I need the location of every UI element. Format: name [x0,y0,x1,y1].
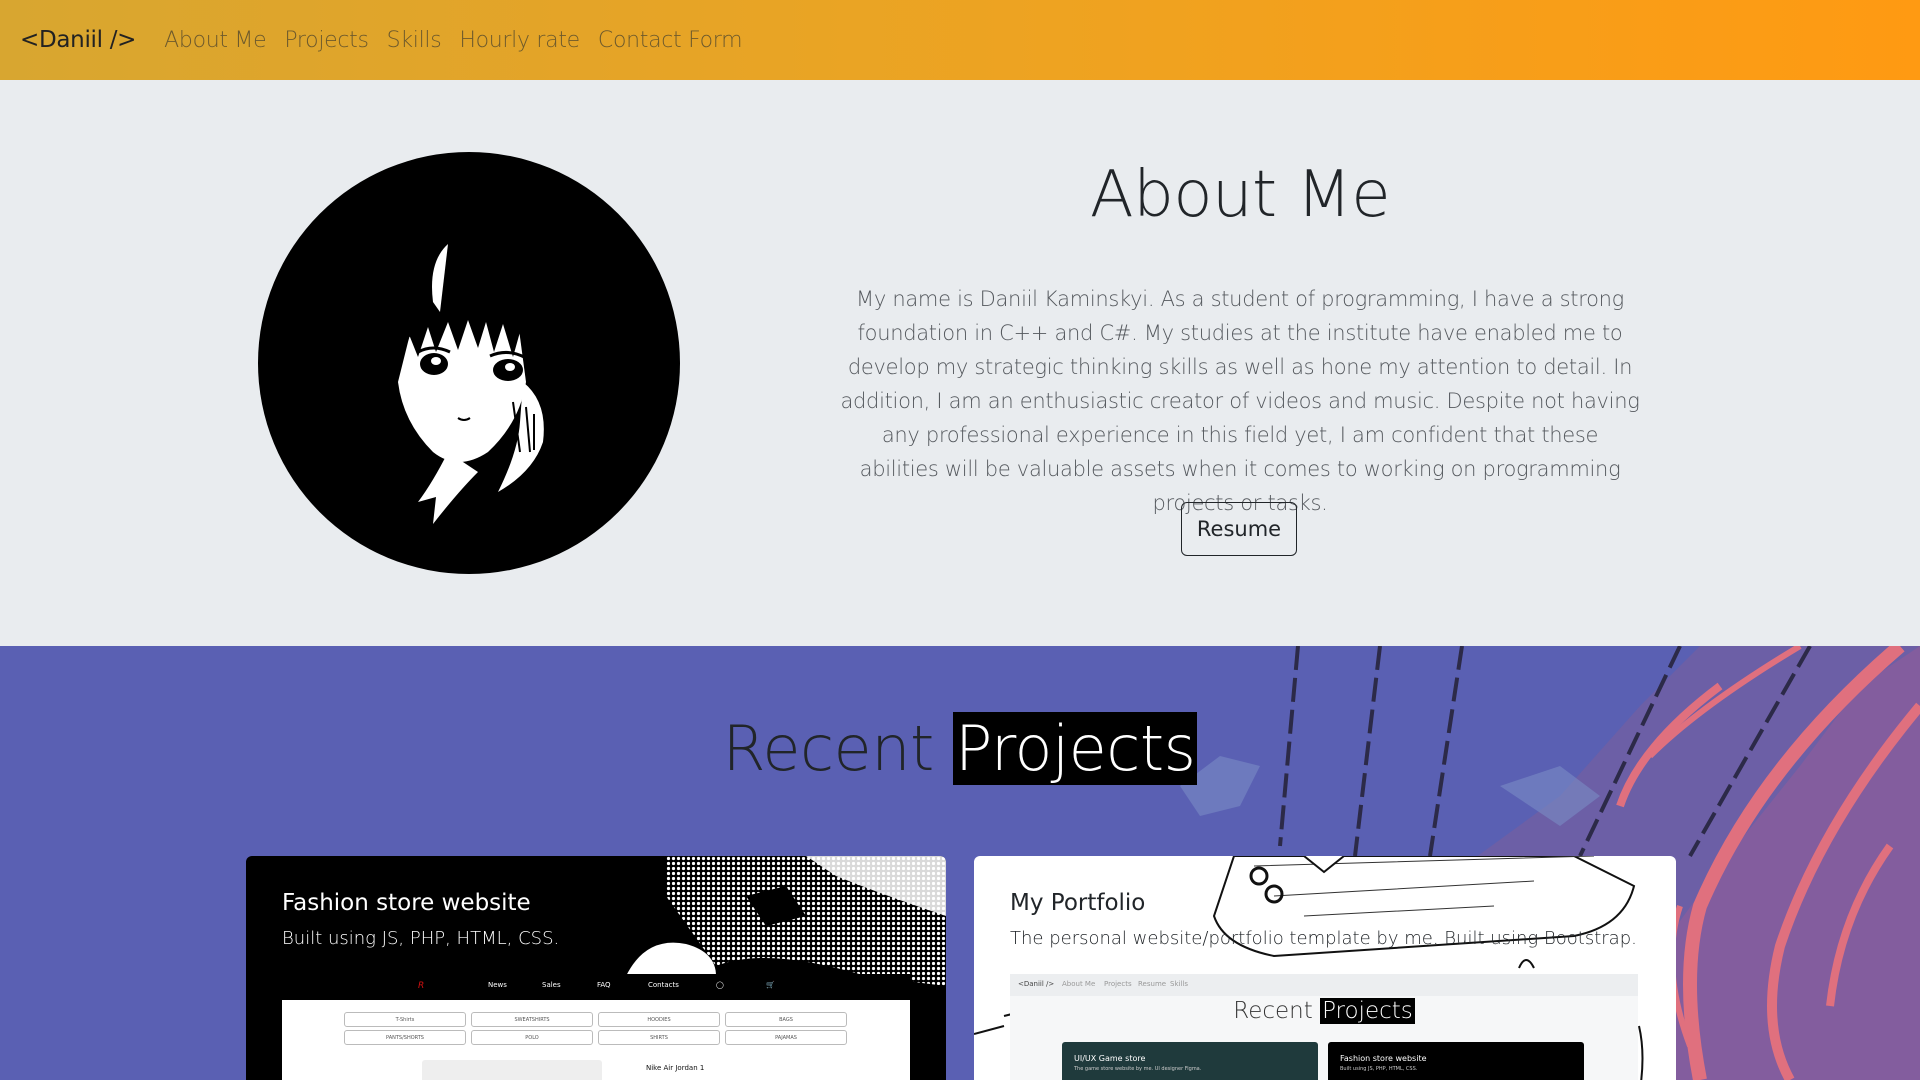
navbar: <Daniil /> About Me Projects Skills Hour… [0,0,1920,80]
projects-title: Recent Projects [0,712,1920,785]
preview-chip: T-Shirts [344,1012,466,1027]
preview-nav-item: Skills [1170,980,1188,988]
nav-link-about-me[interactable]: About Me [164,28,266,53]
preview-thumb-fashion-store: Fashion store website Built using JS, PH… [1328,1042,1584,1080]
preview-title-part1: Recent [1233,998,1313,1024]
card-title: Fashion store website [282,890,531,916]
preview-nav-item: News [488,981,507,989]
preview-nav-item: Projects [1104,980,1132,988]
preview-chip: BAGS [725,1012,847,1027]
preview-chip: PANTS/SHORTS [344,1030,466,1045]
preview-title: Recent Projects [1010,998,1638,1024]
preview-nav-item: Resume [1138,980,1167,988]
user-icon: ◯ [716,981,724,989]
preview-chip: HOODIES [598,1012,720,1027]
about-section: About Me My name is Daniil Kaminskyi. As… [0,80,1920,646]
nav-link-hourly-rate[interactable]: Hourly rate [459,28,580,53]
card-preview-image: <Daniil /> About Me Projects Resume Skil… [1010,974,1638,1080]
resume-button[interactable]: Resume [1181,502,1297,556]
preview-navbar: R News Sales FAQ Contacts ◯ 🛒 [282,974,910,1000]
cart-icon: 🛒 [766,981,775,989]
nav-link-skills[interactable]: Skills [387,28,442,53]
preview-thumb-title: UI/UX Game store [1074,1054,1146,1063]
preview-chip: SHIRTS [598,1030,720,1045]
preview-product-name: Nike Air Jordan 1 [646,1064,705,1072]
preview-chip: POLO [471,1030,593,1045]
preview-nav-item: About Me [1062,980,1096,988]
nav-link-contact-form[interactable]: Contact Form [598,28,743,53]
about-text: My name is Daniil Kaminskyi. As a studen… [840,287,1640,515]
preview-chip: PAJAMAS [725,1030,847,1045]
preview-thumb-desc: The game store website by me. UI designe… [1074,1066,1202,1072]
preview-nav-item: Contacts [648,981,679,989]
preview-logo: R [418,981,425,991]
card-description: Built using JS, PHP, HTML, CSS. [282,928,560,949]
card-description: The personal website/portfolio template … [1010,928,1637,949]
preview-nav-item: Sales [542,981,561,989]
preview-title-highlight: Projects [1320,998,1415,1024]
project-card-portfolio[interactable]: My Portfolio The personal website/portfo… [974,856,1676,1080]
project-card-fashion-store[interactable]: Fashion store website Built using JS, PH… [246,856,946,1080]
preview-navbar: <Daniil /> About Me Projects Resume Skil… [1010,974,1638,996]
projects-title-part1: Recent [722,712,935,785]
card-title: My Portfolio [1010,890,1146,916]
preview-thumb-desc: Built using JS, PHP, HTML, CSS. [1340,1066,1418,1072]
preview-brand: <Daniil /> [1018,980,1055,988]
card-preview-image: R News Sales FAQ Contacts ◯ 🛒 T-Shirts S… [282,974,910,1080]
preview-product-image [422,1060,602,1080]
brand-logo[interactable]: <Daniil /> [20,27,136,53]
nav-link-projects[interactable]: Projects [284,28,369,53]
about-title: About Me [1089,158,1391,232]
avatar [258,152,680,574]
preview-thumb-game-store: UI/UX Game store The game store website … [1062,1042,1318,1080]
projects-section: Recent Projects Fashion store website Bu… [0,646,1920,1080]
preview-nav-item: FAQ [597,981,611,989]
preview-chip: SWEATSHIRTS [471,1012,593,1027]
preview-thumb-title: Fashion store website [1340,1054,1427,1063]
projects-title-highlight: Projects [953,712,1198,785]
